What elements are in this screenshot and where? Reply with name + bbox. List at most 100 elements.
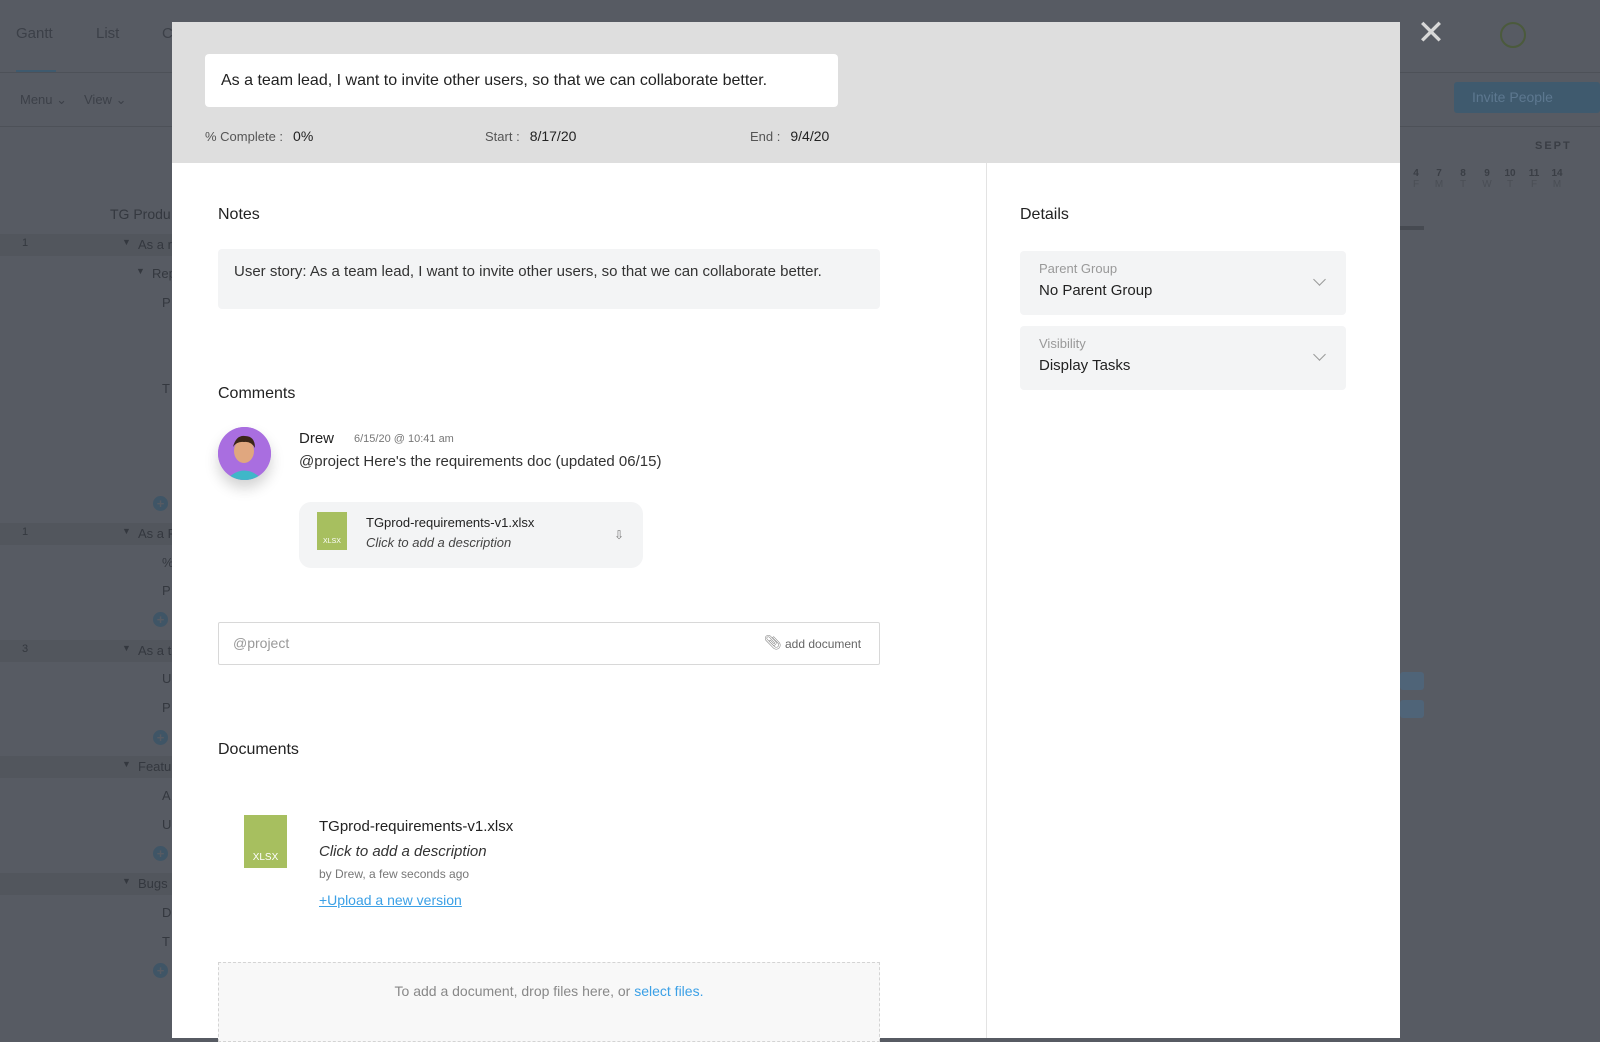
gantt-bar[interactable] bbox=[1400, 672, 1424, 690]
tree-row[interactable]: Featu bbox=[138, 759, 171, 774]
notes-heading: Notes bbox=[218, 206, 260, 224]
end-value: 9/4/20 bbox=[790, 128, 829, 144]
select-files-link[interactable]: select files. bbox=[634, 983, 703, 999]
comment-input[interactable]: @project 📎︎ add document bbox=[218, 622, 880, 665]
tab-gantt[interactable]: Gantt bbox=[16, 25, 53, 42]
timeline-day: 8T bbox=[1455, 168, 1471, 190]
day-number: 8 bbox=[1455, 168, 1471, 179]
day-letter: T bbox=[1502, 179, 1518, 190]
day-letter: M bbox=[1549, 179, 1565, 190]
comments-heading: Comments bbox=[218, 385, 295, 403]
attachment-description[interactable]: Click to add a description bbox=[366, 535, 511, 550]
timeline-day: 11F bbox=[1526, 168, 1542, 190]
parent-group-label: Parent Group bbox=[1039, 261, 1327, 276]
view-dropdown[interactable]: View ⌄ bbox=[84, 92, 126, 108]
tree-row[interactable]: T bbox=[162, 934, 170, 949]
invite-people-button[interactable]: Invite People bbox=[1454, 82, 1600, 113]
day-number: 7 bbox=[1431, 168, 1447, 179]
tree-row[interactable]: As a t bbox=[138, 643, 171, 658]
comment-time: 6/15/20 @ 10:41 am bbox=[354, 433, 454, 445]
caret-down-icon[interactable]: ▼ bbox=[122, 526, 131, 536]
document-byline: by Drew, a few seconds ago bbox=[319, 867, 469, 881]
start-date[interactable]: Start :8/17/20 bbox=[485, 128, 576, 144]
gantt-bar bbox=[1400, 226, 1424, 230]
tree-row[interactable]: U bbox=[162, 817, 171, 832]
tree-row[interactable]: D bbox=[162, 905, 171, 920]
task-title[interactable]: As a team lead, I want to invite other u… bbox=[205, 54, 838, 107]
tree-row[interactable]: T bbox=[162, 381, 170, 396]
chevron-down-icon: ⌄ bbox=[116, 92, 127, 107]
notes-field[interactable]: User story: As a team lead, I want to in… bbox=[218, 249, 880, 309]
tab-list[interactable]: List bbox=[96, 25, 119, 42]
drop-text: To add a document, drop files here, or bbox=[395, 983, 635, 999]
upload-new-version-link[interactable]: +Upload a new version bbox=[319, 892, 462, 908]
xlsx-file-icon: XLSX bbox=[317, 512, 347, 550]
timeline-day: 9W bbox=[1479, 168, 1495, 190]
clock-icon[interactable] bbox=[1500, 22, 1526, 48]
xlsx-file-icon: XLSX bbox=[244, 815, 287, 868]
caret-down-icon[interactable]: ▼ bbox=[122, 759, 131, 769]
caret-down-icon[interactable]: ▼ bbox=[136, 266, 145, 276]
modal-header: As a team lead, I want to invite other u… bbox=[172, 22, 1400, 163]
parent-group-value: No Parent Group bbox=[1039, 282, 1327, 299]
view-label: View bbox=[84, 92, 112, 107]
document-name[interactable]: TGprod-requirements-v1.xlsx bbox=[319, 818, 513, 835]
tree-row[interactable]: P bbox=[162, 295, 171, 310]
start-label: Start : bbox=[485, 129, 520, 144]
add-task-icon[interactable]: + bbox=[153, 730, 168, 745]
tree-row[interactable]: U bbox=[162, 671, 171, 686]
comment-count[interactable]: 3 bbox=[22, 643, 28, 655]
attachment-name[interactable]: TGprod-requirements-v1.xlsx bbox=[366, 515, 534, 530]
download-cloud-icon[interactable]: ⇩ bbox=[614, 528, 624, 542]
day-number: 9 bbox=[1479, 168, 1495, 179]
add-task-icon[interactable]: + bbox=[153, 846, 168, 861]
tree-row[interactable]: A bbox=[162, 788, 171, 803]
gantt-bar[interactable] bbox=[1400, 700, 1424, 718]
parent-group-select[interactable]: Parent Group No Parent Group bbox=[1020, 251, 1346, 315]
comment-author: Drew bbox=[299, 430, 334, 447]
comment-attachment[interactable]: XLSX TGprod-requirements-v1.xlsx Click t… bbox=[299, 502, 643, 568]
tree-row[interactable]: Bugs bbox=[138, 876, 168, 891]
menu-label: Menu bbox=[20, 92, 53, 107]
day-letter: F bbox=[1526, 179, 1542, 190]
add-task-icon[interactable]: + bbox=[153, 612, 168, 627]
tree-row[interactable]: As a r bbox=[138, 237, 172, 252]
comment-input-value: @project bbox=[233, 635, 289, 651]
document-description[interactable]: Click to add a description bbox=[319, 843, 487, 860]
tree-row[interactable]: P bbox=[162, 700, 171, 715]
timeline-day: 7M bbox=[1431, 168, 1447, 190]
percent-complete[interactable]: % Complete :0% bbox=[205, 128, 313, 144]
timeline-day: 4F bbox=[1408, 168, 1424, 190]
caret-down-icon[interactable]: ▼ bbox=[122, 643, 131, 653]
percent-value: 0% bbox=[293, 128, 313, 144]
comment-text: @project Here's the requirements doc (up… bbox=[299, 453, 661, 470]
timeline-day: 10T bbox=[1502, 168, 1518, 190]
add-task-icon[interactable]: + bbox=[153, 963, 168, 978]
end-label: End : bbox=[750, 129, 780, 144]
visibility-select[interactable]: Visibility Display Tasks bbox=[1020, 326, 1346, 390]
comment-count[interactable]: 1 bbox=[22, 237, 28, 249]
menu-dropdown[interactable]: Menu ⌄ bbox=[20, 92, 67, 108]
end-date[interactable]: End : 9/4/20 bbox=[750, 128, 829, 144]
visibility-label: Visibility bbox=[1039, 336, 1327, 351]
add-document-button[interactable]: add document bbox=[785, 637, 861, 651]
day-number: 11 bbox=[1526, 168, 1542, 179]
chevron-down-icon: ⌄ bbox=[56, 92, 67, 107]
comment-count[interactable]: 1 bbox=[22, 526, 28, 538]
day-letter: T bbox=[1455, 179, 1471, 190]
project-name: TG Produ bbox=[110, 206, 171, 222]
close-icon[interactable]: ✕ bbox=[1416, 16, 1446, 50]
details-heading: Details bbox=[1020, 206, 1069, 224]
day-number: 10 bbox=[1502, 168, 1518, 179]
caret-down-icon[interactable]: ▼ bbox=[122, 876, 131, 886]
document-dropzone[interactable]: To add a document, drop files here, or s… bbox=[218, 962, 880, 1042]
month-label: SEPT bbox=[1535, 140, 1572, 152]
documents-heading: Documents bbox=[218, 741, 299, 759]
avatar bbox=[218, 427, 271, 480]
tree-row[interactable]: P bbox=[162, 583, 171, 598]
add-task-icon[interactable]: + bbox=[153, 496, 168, 511]
tree-row[interactable]: As a F bbox=[138, 526, 176, 541]
caret-down-icon[interactable]: ▼ bbox=[122, 237, 131, 247]
visibility-value: Display Tasks bbox=[1039, 357, 1327, 374]
day-letter: W bbox=[1479, 179, 1495, 190]
